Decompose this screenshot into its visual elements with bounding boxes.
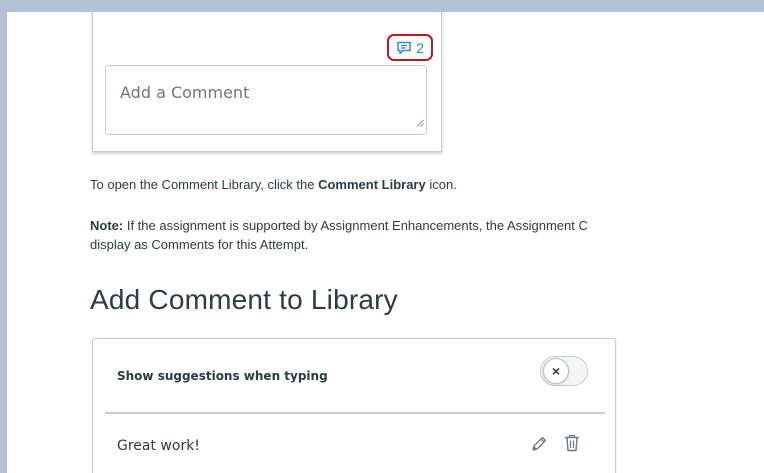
- instruction-suffix: icon.: [425, 177, 457, 192]
- note-text: If the assignment is supported by Assign…: [123, 218, 588, 233]
- divider: [105, 412, 605, 414]
- pencil-icon[interactable]: [530, 435, 548, 458]
- speech-bubble-icon: [396, 40, 412, 56]
- note-label: Note:: [90, 218, 124, 233]
- comment-library-button[interactable]: 2: [387, 34, 433, 61]
- open-library-instruction: To open the Comment Library, click the C…: [90, 175, 457, 194]
- suggestions-label: Show suggestions when typing: [117, 369, 328, 383]
- toggle-off-icon: ×: [543, 358, 569, 384]
- instruction-text: To open the Comment Library, click the: [90, 177, 319, 192]
- comment-panel: 2 Add a Comment: [92, 12, 442, 152]
- trash-icon[interactable]: [563, 433, 581, 458]
- library-comment-text[interactable]: Great work!: [117, 438, 200, 454]
- help-article-page: 2 Add a Comment To open the Comment Libr…: [7, 12, 764, 473]
- resize-grip-icon[interactable]: [416, 114, 424, 132]
- comment-placeholder: Add a Comment: [120, 83, 250, 102]
- section-heading: Add Comment to Library: [90, 284, 398, 315]
- note-line-1: Note: If the assignment is supported by …: [90, 216, 588, 235]
- suggestions-toggle[interactable]: ×: [540, 356, 588, 386]
- instruction-bold: Comment Library: [318, 177, 426, 192]
- comment-textarea[interactable]: Add a Comment: [105, 65, 427, 135]
- note-line-2: display as Comments for this Attempt.: [90, 237, 309, 252]
- comment-count: 2: [416, 39, 424, 56]
- comment-library-panel: Show suggestions when typing × Great wor…: [92, 338, 616, 473]
